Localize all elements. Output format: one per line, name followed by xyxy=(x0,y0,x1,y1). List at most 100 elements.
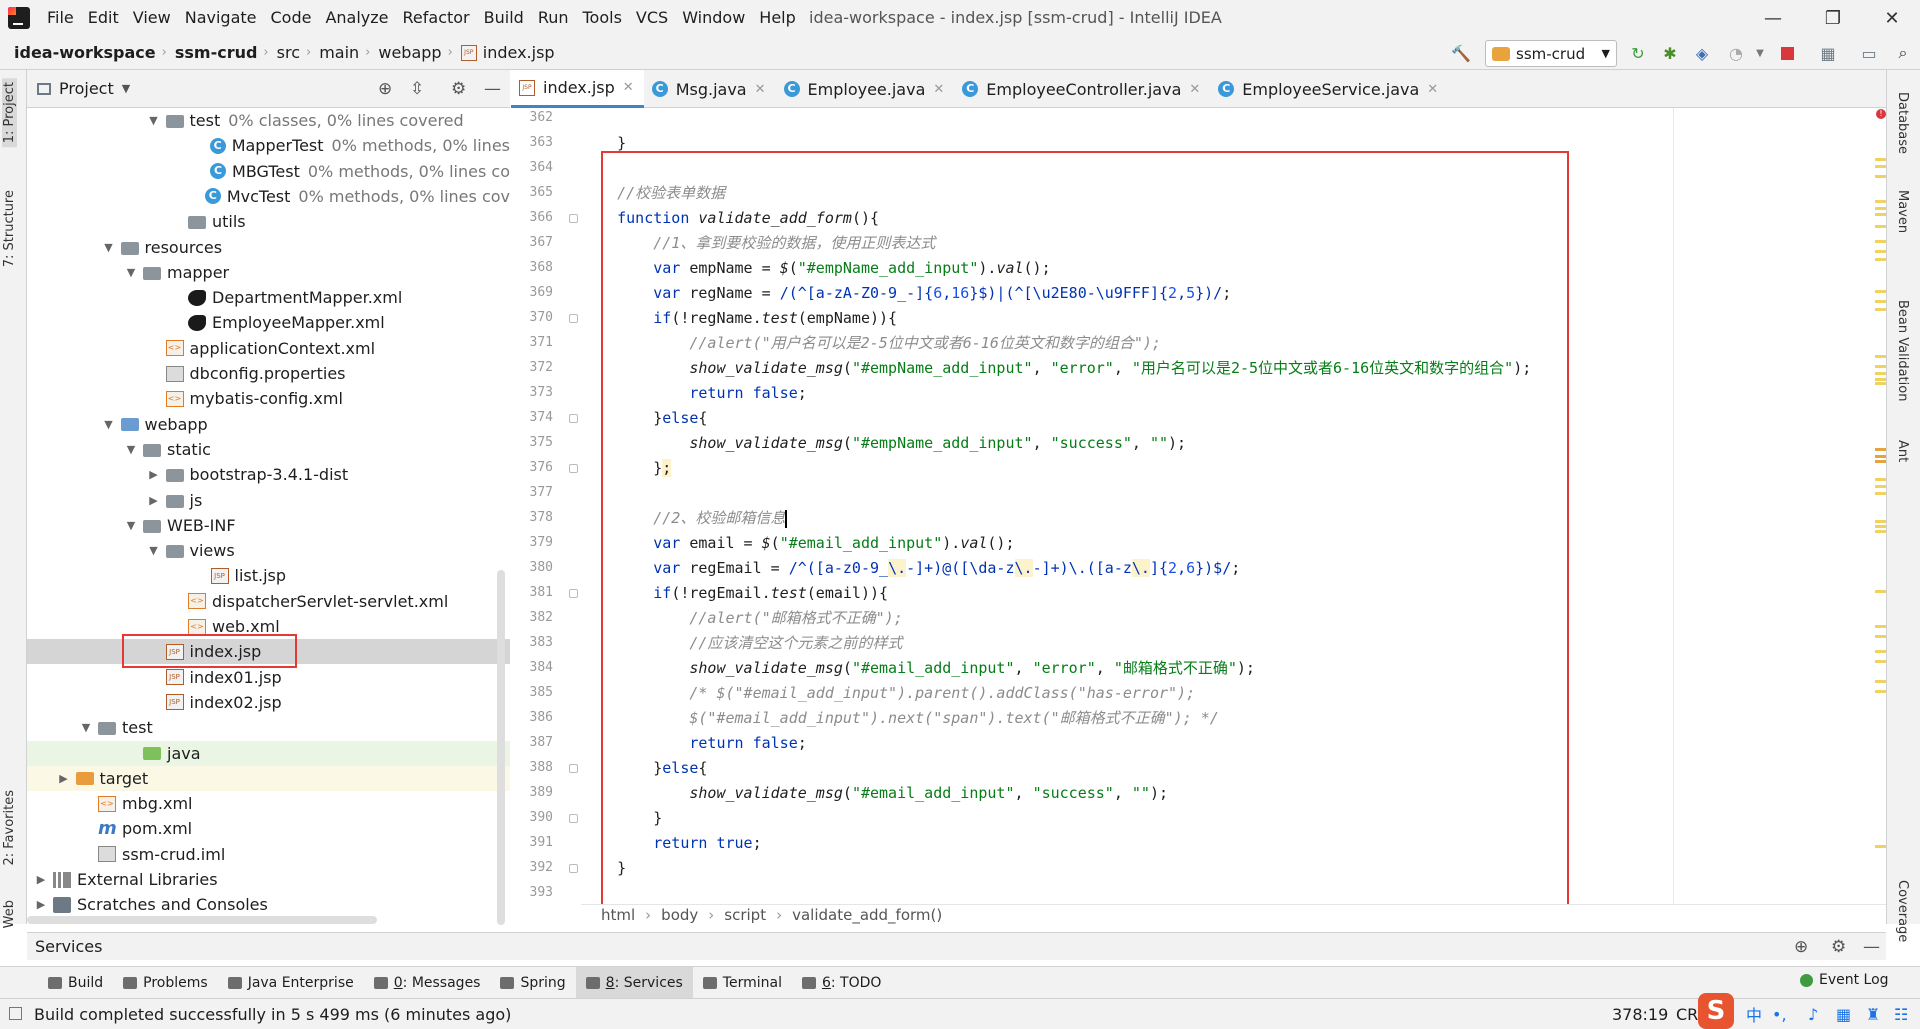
search-icon[interactable]: ⌕ xyxy=(1892,42,1914,64)
tree-item[interactable]: ▼ test xyxy=(27,715,510,740)
expand-arrow-icon[interactable]: ▼ xyxy=(125,443,137,456)
expand-arrow-icon[interactable]: ▼ xyxy=(148,114,160,127)
code-line[interactable]: //1、拿到要校验的数据，使用正则表达式 xyxy=(581,231,935,256)
skin-icon[interactable]: ♜ xyxy=(1866,1005,1880,1024)
code-line[interactable]: }else{ xyxy=(581,406,707,431)
gear-icon[interactable]: ⚙ xyxy=(451,79,466,99)
code-line[interactable]: //alert("邮箱格式不正确"); xyxy=(581,606,902,631)
tree-horizontal-scrollbar[interactable] xyxy=(27,916,377,924)
project-structure-icon[interactable]: ▦ xyxy=(1817,42,1839,64)
expand-arrow-icon[interactable]: ▼ xyxy=(148,544,160,557)
tree-item[interactable]: ▶ bootstrap-3.4.1-dist xyxy=(27,462,510,487)
close-tab-icon[interactable]: ✕ xyxy=(1189,82,1200,97)
run-configuration-select[interactable]: ssm-crud ▼ xyxy=(1485,40,1617,67)
editor-breadcrumb-item[interactable]: script xyxy=(724,906,766,924)
code-line[interactable]: var empName = $("#empName_add_input").va… xyxy=(581,256,1050,281)
code-line[interactable]: show_validate_msg("#empName_add_input", … xyxy=(581,431,1186,456)
menu-file[interactable]: File xyxy=(40,0,81,36)
tool-window-button[interactable]: Problems xyxy=(113,967,218,999)
menu-build[interactable]: Build xyxy=(477,0,531,36)
tool-window-button[interactable]: 6: TODO xyxy=(792,967,891,999)
tool-window-button[interactable]: 8: Services xyxy=(575,966,693,999)
locate-file-icon[interactable]: ⊕ xyxy=(378,79,392,99)
fold-marker-icon[interactable] xyxy=(569,864,578,873)
tree-item[interactable]: JSP index02.jsp xyxy=(27,690,510,715)
tree-item[interactable]: m pom.xml xyxy=(27,816,510,841)
keyboard-icon[interactable]: ▦ xyxy=(1836,1005,1851,1024)
menu-code[interactable]: Code xyxy=(264,0,319,36)
tab-structure[interactable]: 7: Structure xyxy=(2,190,17,267)
fold-marker-icon[interactable] xyxy=(569,764,578,773)
status-toggle-icon[interactable] xyxy=(9,1007,22,1020)
code-line[interactable]: show_validate_msg("#empName_add_input", … xyxy=(581,356,1531,381)
chevron-down-icon[interactable]: ▼ xyxy=(122,82,130,95)
close-tab-icon[interactable]: ✕ xyxy=(1427,82,1438,97)
fold-marker-icon[interactable] xyxy=(569,314,578,323)
editor-breadcrumb-item[interactable]: html xyxy=(601,906,635,924)
hide-panel-icon[interactable]: — xyxy=(484,79,501,99)
close-tab-icon[interactable]: ✕ xyxy=(755,82,766,97)
tree-item[interactable]: ▼ resources xyxy=(27,235,510,260)
microphone-icon[interactable]: ♪ xyxy=(1808,1005,1818,1024)
code-line[interactable]: } xyxy=(581,131,626,156)
rerun-icon[interactable]: ↻ xyxy=(1627,42,1649,64)
tree-item[interactable]: ▶ js xyxy=(27,488,510,513)
code-line[interactable]: return true; xyxy=(581,831,761,856)
tree-item[interactable]: <> mybatis-config.xml xyxy=(27,386,510,411)
breadcrumb-item[interactable]: ssm-crud xyxy=(175,43,258,62)
code-line[interactable]: //应该清空这个元素之前的样式 xyxy=(581,631,902,656)
editor-tab[interactable]: JSP index.jsp ✕ xyxy=(511,70,644,108)
tree-item[interactable]: <> web.xml xyxy=(27,614,510,639)
tree-item[interactable]: C MapperTest 0% methods, 0% lines xyxy=(27,133,510,158)
fold-marker-icon[interactable] xyxy=(569,814,578,823)
stop-icon[interactable] xyxy=(1776,42,1798,64)
ime-menu-icon[interactable]: ☷ xyxy=(1894,1005,1908,1024)
tree-item[interactable]: C MBGTest 0% methods, 0% lines co xyxy=(27,159,510,184)
code-line[interactable]: //alert("用户名可以是2-5位中文或者6-16位英文和数字的组合"); xyxy=(581,331,1161,356)
tree-item[interactable]: ▼ webapp xyxy=(27,412,510,437)
menu-run[interactable]: Run xyxy=(531,0,576,36)
tree-item[interactable]: C MvcTest 0% methods, 0% lines cov xyxy=(27,184,510,209)
expand-arrow-icon[interactable]: ▶ xyxy=(35,873,47,886)
code-line[interactable]: } xyxy=(581,806,662,831)
close-tab-icon[interactable]: ✕ xyxy=(933,82,944,97)
code-line[interactable]: //2、校验邮箱信息 xyxy=(581,506,788,531)
tree-item[interactable]: dbconfig.properties xyxy=(27,361,510,386)
collapse-all-icon[interactable]: ⇳ xyxy=(410,79,424,99)
code-line[interactable]: return false; xyxy=(581,731,806,756)
tool-window-button[interactable]: Terminal xyxy=(693,967,792,999)
gear-icon[interactable]: ⚙ xyxy=(1831,937,1846,957)
editor-breadcrumb-item[interactable]: body xyxy=(661,906,698,924)
code-line[interactable]: if(!regEmail.test(email)){ xyxy=(581,581,888,606)
expand-arrow-icon[interactable]: ▼ xyxy=(80,721,92,734)
tree-item[interactable]: ▼ WEB-INF xyxy=(27,513,510,538)
code-line[interactable]: //校验表单数据 xyxy=(581,181,725,206)
tree-item[interactable]: JSP list.jsp xyxy=(27,563,510,588)
tab-web[interactable]: Web xyxy=(2,900,17,928)
fold-marker-icon[interactable] xyxy=(569,214,578,223)
tree-item[interactable]: JSP index.jsp xyxy=(27,639,510,665)
menu-analyze[interactable]: Analyze xyxy=(318,0,395,36)
code-line[interactable]: var email = $("#email_add_input").val(); xyxy=(581,531,1014,556)
build-hammer-icon[interactable]: 🔨 xyxy=(1450,42,1472,64)
tree-item[interactable]: ▶ External Libraries xyxy=(27,867,510,892)
error-indicator-icon[interactable]: ! xyxy=(1876,109,1886,119)
tree-item[interactable]: <> dispatcherServlet-servlet.xml xyxy=(27,589,510,614)
menu-window[interactable]: Window xyxy=(675,0,752,36)
hide-panel-icon[interactable]: — xyxy=(1863,937,1880,957)
expand-arrow-icon[interactable]: ▶ xyxy=(148,468,160,481)
status-message[interactable]: Build completed successfully in 5 s 499 … xyxy=(34,1005,511,1024)
tree-item[interactable]: ▶ Scratches and Consoles xyxy=(27,892,510,917)
breadcrumb-item[interactable]: src xyxy=(277,43,300,62)
editor-breadcrumb-item[interactable]: validate_add_form() xyxy=(792,906,942,924)
tab-coverage[interactable]: Coverage xyxy=(1895,880,1910,942)
tree-scrollbar[interactable] xyxy=(497,570,505,925)
expand-arrow-icon[interactable]: ▼ xyxy=(125,519,137,532)
menu-view[interactable]: View xyxy=(126,0,178,36)
tree-item[interactable]: ssm-crud.iml xyxy=(27,842,510,867)
tree-item[interactable]: EmployeeMapper.xml xyxy=(27,310,510,335)
tool-window-button[interactable]: Build xyxy=(38,967,113,999)
menu-edit[interactable]: Edit xyxy=(81,0,126,36)
editor-tab[interactable]: C EmployeeController.java ✕ xyxy=(954,70,1210,108)
breadcrumb-item[interactable]: JSP index.jsp xyxy=(460,43,555,62)
